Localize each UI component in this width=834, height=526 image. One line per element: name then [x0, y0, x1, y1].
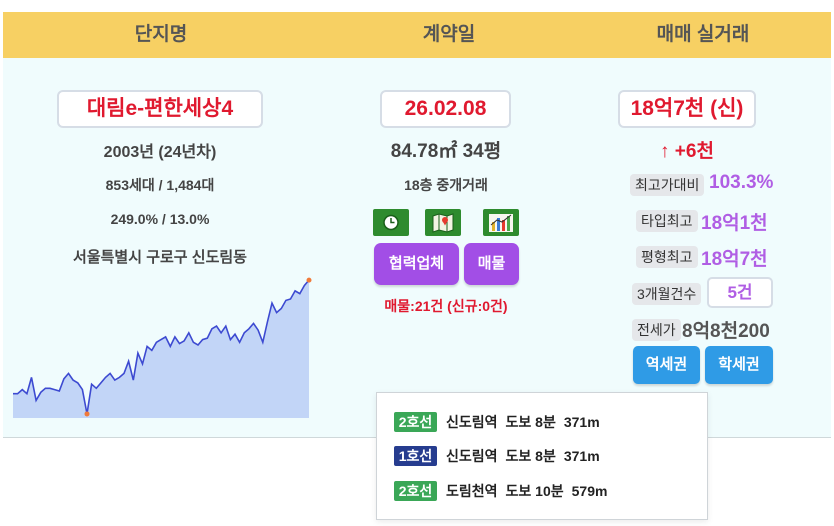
- walk-time: 도보 8분: [505, 448, 556, 464]
- station-row[interactable]: 2호선 도림천역 도보 10분 579m: [394, 481, 615, 501]
- station-row[interactable]: 2호선 신도림역 도보 8분 371m: [394, 412, 608, 432]
- listing-button[interactable]: 매물: [464, 243, 519, 285]
- build-year: 2003년 (24년차): [103, 144, 217, 161]
- distance: 371m: [563, 414, 600, 430]
- max-ratio-value: 103.3%: [709, 172, 774, 193]
- header-complex-name: 단지명: [134, 24, 188, 45]
- sparkline-low-point: [84, 411, 90, 417]
- distance: 371m: [563, 448, 600, 464]
- station-name: 신도림역: [446, 414, 498, 430]
- type-max-label: 타입최고: [636, 210, 698, 232]
- station-name: 신도림역: [446, 448, 498, 464]
- station-name: 도림천역: [446, 483, 498, 499]
- station-popup: 2호선 신도림역 도보 8분 371m 1호선 신도림역 도보 8분 371m 2호선 도림천…: [376, 392, 708, 520]
- line-badge: 2호선: [394, 412, 437, 432]
- sparkline-area: [13, 280, 309, 418]
- map-icon[interactable]: [425, 209, 461, 236]
- header-contract-date: 계약일: [422, 24, 476, 45]
- line-badge: 1호선: [394, 446, 437, 466]
- header-trade-price: 매매 실거래: [656, 24, 750, 45]
- sparkline-high-point: [306, 277, 312, 283]
- complex-name[interactable]: 대림e-편한세상4: [57, 90, 263, 128]
- household-parking: 853세대 / 1,484대: [105, 177, 215, 193]
- jeonse-value: 8억8천200: [682, 321, 770, 342]
- station-row[interactable]: 1호선 신도림역 도보 8분 371m: [394, 446, 608, 466]
- listing-count: 매물:21건 (신규:0건): [384, 298, 508, 314]
- area-max-value: 18억7천: [701, 249, 768, 270]
- address: 서울특별시 구로구 신도림동: [73, 249, 247, 266]
- type-max-value: 18억1천: [701, 213, 768, 234]
- three-month-count: 5건: [707, 277, 773, 308]
- bar-chart-icon[interactable]: [483, 209, 519, 236]
- apartment-info-card: 단지명 계약일 매매 실거래 대림e-편한세상4 2003년 (24년차) 85…: [0, 0, 834, 526]
- line-badge: 2호선: [394, 481, 437, 501]
- table-header: 단지명 계약일 매매 실거래: [3, 12, 831, 58]
- price-sparkline: [13, 277, 312, 418]
- contract-date: 26.02.08: [380, 90, 511, 128]
- jeonse-label: 전세가: [632, 319, 681, 341]
- distance: 579m: [571, 483, 608, 499]
- walk-time: 도보 10분: [505, 483, 564, 499]
- floor-area-ratio: 249.0% / 13.0%: [110, 211, 210, 227]
- walk-time: 도보 8분: [505, 414, 556, 430]
- price-change: ↑ +6천: [660, 141, 714, 162]
- area-size: 84.78㎡ 34평: [390, 141, 502, 162]
- school-area-button[interactable]: 학세권: [705, 346, 773, 384]
- trade-price: 18억7천 (신): [618, 90, 756, 128]
- partner-button[interactable]: 협력업체: [374, 243, 459, 285]
- max-ratio-label: 최고가대비: [630, 174, 705, 196]
- area-max-label: 평형최고: [636, 246, 698, 268]
- clock-icon[interactable]: [373, 209, 409, 236]
- three-month-label: 3개월건수: [632, 283, 702, 305]
- floor-deal-type: 18층 중개거래: [404, 177, 488, 193]
- station-area-button[interactable]: 역세권: [633, 346, 700, 384]
